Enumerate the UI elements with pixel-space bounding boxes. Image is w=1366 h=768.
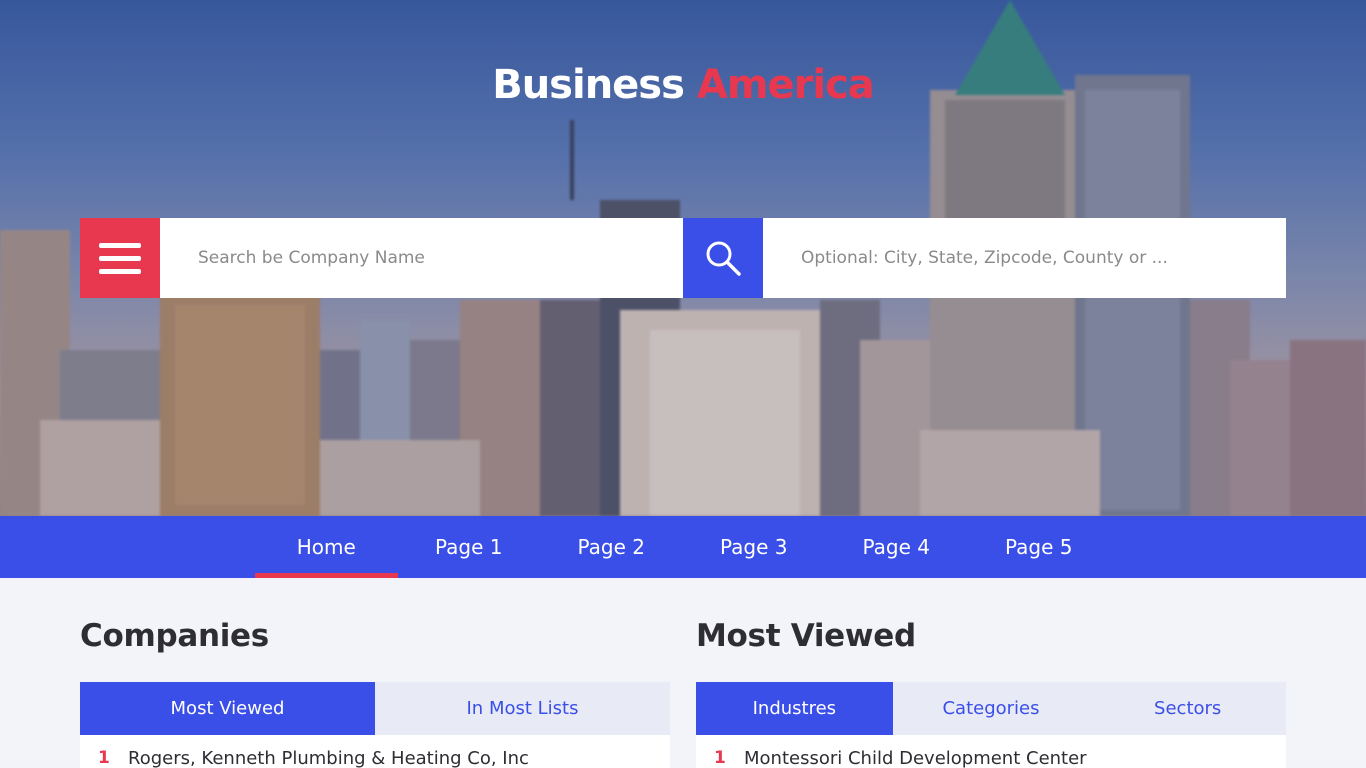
- most-viewed-list: 1 Montessori Child Development Center: [696, 735, 1286, 768]
- nav-page-3[interactable]: Page 3: [683, 516, 826, 578]
- companies-tabs: Most Viewed In Most Lists: [80, 682, 670, 735]
- most-viewed-tabs: Industres Categories Sectors: [696, 682, 1286, 735]
- main-nav: Home Page 1 Page 2 Page 3 Page 4 Page 5: [0, 516, 1366, 578]
- tab-sectors[interactable]: Sectors: [1089, 682, 1286, 735]
- nav-home[interactable]: Home: [255, 516, 398, 578]
- list-item[interactable]: 1 Montessori Child Development Center: [696, 735, 1286, 768]
- most-viewed-title: Most Viewed: [696, 618, 916, 654]
- logo-text-business: Business: [492, 62, 685, 108]
- site-logo[interactable]: Business America: [0, 62, 1366, 108]
- tab-most-viewed[interactable]: Most Viewed: [80, 682, 375, 735]
- hero-banner: Business America: [0, 0, 1366, 516]
- tab-categories[interactable]: Categories: [893, 682, 1090, 735]
- list-item-rank: 1: [714, 748, 726, 768]
- logo-text-america: America: [696, 62, 875, 108]
- menu-button[interactable]: [80, 218, 160, 298]
- list-item-rank: 1: [98, 748, 110, 768]
- search-icon: [706, 241, 741, 276]
- nav-page-1[interactable]: Page 1: [398, 516, 541, 578]
- companies-list: 1 Rogers, Kenneth Plumbing & Heating Co,…: [80, 735, 670, 768]
- tab-in-most-lists[interactable]: In Most Lists: [375, 682, 670, 735]
- location-search-input[interactable]: [763, 218, 1286, 298]
- companies-title: Companies: [80, 618, 269, 654]
- search-button[interactable]: [683, 218, 763, 298]
- tab-industres[interactable]: Industres: [696, 682, 893, 735]
- most-viewed-section: Most Viewed Industres Categories Sectors…: [696, 578, 1286, 768]
- nav-page-5[interactable]: Page 5: [968, 516, 1111, 578]
- hamburger-menu-icon: [99, 242, 141, 248]
- nav-page-4[interactable]: Page 4: [825, 516, 968, 578]
- company-search-input[interactable]: [160, 218, 683, 298]
- list-item[interactable]: 1 Rogers, Kenneth Plumbing & Heating Co,…: [80, 735, 670, 768]
- list-item-name: Montessori Child Development Center: [744, 747, 1087, 768]
- list-item-name: Rogers, Kenneth Plumbing & Heating Co, I…: [128, 747, 529, 768]
- nav-page-2[interactable]: Page 2: [540, 516, 683, 578]
- companies-section: Companies Most Viewed In Most Lists 1 Ro…: [80, 578, 670, 768]
- search-bar: [80, 218, 1286, 298]
